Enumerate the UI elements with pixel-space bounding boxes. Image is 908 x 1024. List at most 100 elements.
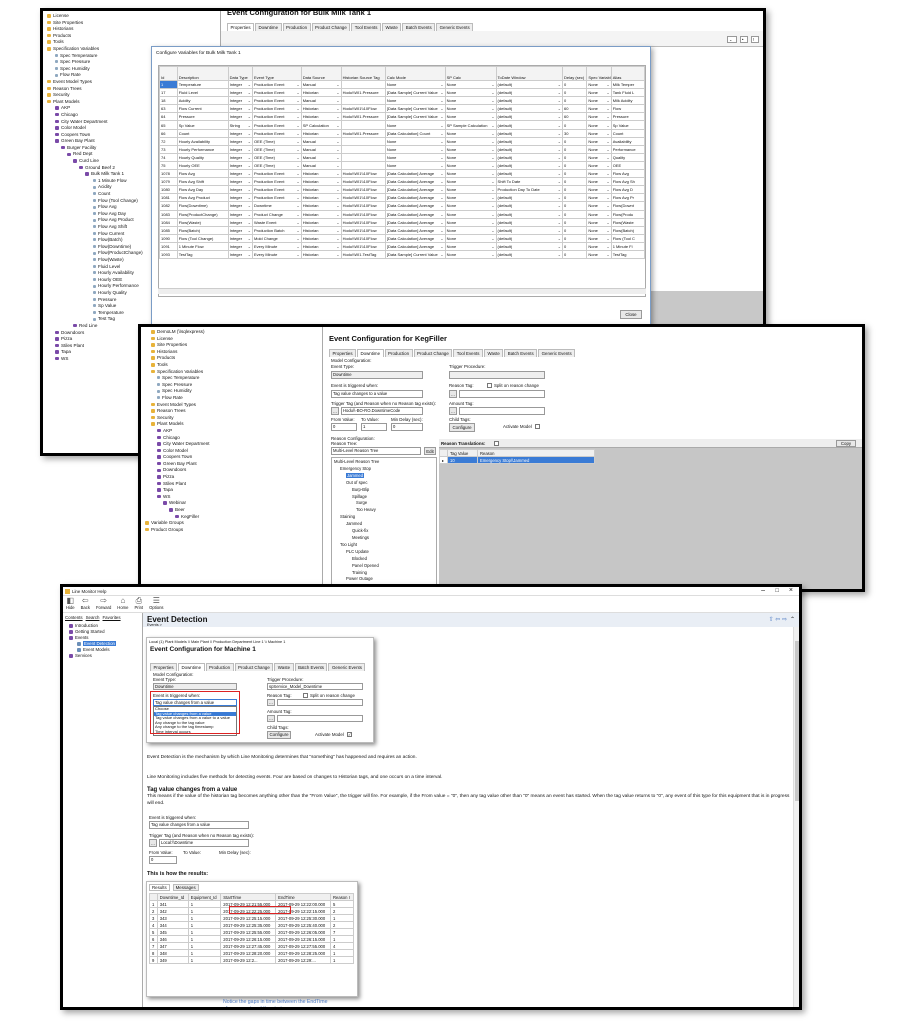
grid-cell[interactable]: Manual ⌄ (300, 136, 342, 146)
tab-properties[interactable]: Properties (329, 349, 357, 357)
grid-cell[interactable]: Fluid Level (176, 88, 229, 98)
table-row[interactable]: 5 345 1 2017-09-29 12:25:55.000 2017-09-29 1… (149, 928, 354, 936)
table-row[interactable]: 1091 1 Minute Flow Integer ⌄ Every Minute ⌄ Hi… (159, 241, 645, 251)
chevron-down-icon[interactable]: ⌄ (248, 179, 251, 184)
chevron-down-icon[interactable]: ⌄ (336, 236, 339, 241)
chevron-down-icon[interactable]: ⌄ (440, 171, 443, 176)
chevron-down-icon[interactable]: ⌄ (248, 171, 251, 176)
chevron-down-icon[interactable]: ⌄ (558, 236, 561, 241)
results-col-header[interactable]: EndTime (275, 893, 332, 901)
grid-cell[interactable]: None ⌄ (586, 88, 612, 98)
tree-node[interactable]: Event Model Types (143, 402, 320, 409)
grid-cell[interactable]: None ⌄ (586, 128, 612, 138)
grid-cell[interactable]: None ⌄ (384, 144, 446, 154)
chevron-down-icon[interactable]: ⌄ (491, 98, 494, 103)
grid-cell[interactable] (340, 152, 386, 162)
to-field[interactable]: 1 (361, 423, 387, 431)
chevron-down-icon[interactable]: ⌄ (296, 244, 299, 249)
chevron-down-icon[interactable]: ⌄ (606, 203, 609, 208)
chevron-down-icon[interactable]: ⌄ (248, 147, 251, 152)
results-cell[interactable]: 1 (187, 956, 222, 964)
table-row[interactable]: 75 Hourly OEE Integer ⌄ OEE (Time) ⌄ Manual ⌄ No… (159, 160, 645, 171)
chevron-down-icon[interactable]: ⌄ (336, 90, 339, 95)
grid-cell[interactable]: None ⌄ (384, 160, 446, 171)
chevron-down-icon[interactable]: ⌄ (296, 171, 299, 176)
tree-node[interactable]: DemoLM (\\sqlexpress) (143, 329, 320, 336)
tab-batch-events[interactable]: Batch Events (504, 349, 538, 357)
grid-cell[interactable]: Flow Avg Day (176, 185, 229, 195)
grid-cell[interactable]: None ⌄ (384, 152, 446, 162)
chevron-down-icon[interactable]: ⌄ (440, 147, 443, 152)
grid-cell[interactable]: Hourly Performance (176, 144, 229, 154)
example-trigger-tag-field[interactable]: Local:\\Downtime (159, 839, 249, 847)
grid-cell[interactable]: 1 Minute Flow (176, 241, 229, 251)
chevron-down-icon[interactable]: ⌄ (248, 252, 251, 257)
chevron-down-icon[interactable]: ⌄ (606, 171, 609, 176)
grid-cell[interactable]: Production Event ⌄ (251, 185, 302, 195)
results-cell[interactable]: 347 (156, 942, 189, 950)
chevron-down-icon[interactable]: ⌄ (606, 147, 609, 152)
grid-cell[interactable]: (default) ⌄ (495, 128, 563, 138)
tree-node[interactable]: Reason Trees (143, 408, 320, 415)
chevron-down-icon[interactable]: ⌄ (606, 163, 609, 168)
grid-cell[interactable]: 0 (561, 233, 588, 243)
tree-node[interactable]: Flow Rate (143, 395, 320, 402)
chevron-down-icon[interactable]: ⌄ (248, 244, 251, 249)
table-row[interactable]: 74 Hourly Quality Integer ⌄ OEE (Time) ⌄ Manua… (159, 152, 645, 162)
grid-cell[interactable]: [Data Calculation] Average ⌄ (384, 217, 446, 227)
chevron-down-icon[interactable]: ⌄ (440, 212, 443, 217)
results-cell[interactable]: 4 (330, 942, 354, 950)
results-col-header[interactable]: Equipment_Id (187, 893, 222, 901)
reason-node[interactable]: Staining (334, 514, 434, 521)
tree-node[interactable]: Stiles Plant (143, 481, 320, 488)
inset-amount-browse[interactable]: … (267, 715, 275, 722)
grid-cell[interactable]: 66 (159, 128, 178, 138)
grid-cell[interactable]: Flow(Produ (610, 209, 645, 219)
grid-cell[interactable]: Sp Value (610, 120, 645, 130)
delay-field[interactable]: 0 (391, 423, 423, 431)
grid-cell[interactable]: None ⌄ (444, 169, 497, 179)
tab-waste[interactable]: Waste (381, 23, 402, 31)
reason-node[interactable]: Blocked (334, 556, 434, 563)
grid-cell[interactable]: (default) ⌄ (495, 112, 563, 122)
table-row[interactable]: 65 Sp Value String ⌄ Production Event ⌄ SP Cal… (159, 120, 645, 130)
reason-tree-view[interactable]: Multi-Level Reason Tree Emergency Stop Jam… (331, 457, 437, 589)
grid-cell[interactable]: Integer ⌄ (227, 185, 253, 195)
table-row[interactable]: 72 Hourly Availability Integer ⌄ OEE (Time) ⌄… (159, 136, 645, 146)
grid-cell[interactable]: Integer ⌄ (227, 169, 253, 179)
chevron-down-icon[interactable]: ⌄ (558, 98, 561, 103)
tab-tool-events[interactable]: Tool Events (351, 23, 381, 31)
tree-node[interactable]: Pizza (143, 474, 320, 481)
chevron-down-icon[interactable]: ⌄ (248, 82, 251, 87)
reason-tree-select[interactable]: Multi-Level Reason Tree (331, 447, 421, 455)
grid-cell[interactable]: Historian ⌄ (300, 249, 342, 260)
chevron-down-icon[interactable]: ⌄ (491, 139, 494, 144)
chevron-down-icon[interactable]: ⌄ (296, 123, 299, 128)
chevron-down-icon[interactable]: ⌄ (296, 252, 299, 257)
results-cell[interactable]: 4 (149, 921, 158, 929)
chevron-down-icon[interactable]: ⌄ (296, 106, 299, 111)
results-cell[interactable]: 1 (187, 900, 222, 908)
table-row[interactable]: 18 Acidity Integer ⌄ Production Event ⌄ Manual… (159, 96, 645, 106)
chevron-down-icon[interactable]: ⌄ (336, 203, 339, 208)
grid-cell[interactable]: Manual ⌄ (300, 160, 342, 171)
tab-batch-events[interactable]: Batch Events (402, 23, 436, 31)
grid-cell[interactable]: None ⌄ (586, 177, 612, 187)
chevron-down-icon[interactable]: ⌄ (440, 90, 443, 95)
tree-node[interactable]: Tapa (143, 487, 320, 494)
grid-cell[interactable]: None ⌄ (586, 217, 612, 227)
chevron-down-icon[interactable]: ⌄ (606, 106, 609, 111)
reason-node[interactable]: Burp-Blip (334, 487, 434, 494)
split-checkbox[interactable] (487, 383, 492, 388)
grid-cell[interactable]: 0 (561, 120, 588, 130)
results-cell[interactable]: 345 (156, 928, 189, 936)
grid-cell[interactable]: None ⌄ (586, 120, 612, 130)
results-cell[interactable]: 5 (149, 928, 158, 936)
grid-cell[interactable]: None ⌄ (586, 201, 612, 211)
chevron-down-icon[interactable]: ⌄ (440, 123, 443, 128)
chevron-down-icon[interactable]: ⌄ (296, 187, 299, 192)
chevron-down-icon[interactable]: ⌄ (248, 236, 251, 241)
chevron-down-icon[interactable]: ⌄ (248, 195, 251, 200)
chevron-down-icon[interactable]: ⌄ (491, 212, 494, 217)
chevron-down-icon[interactable]: ⌄ (336, 179, 339, 184)
